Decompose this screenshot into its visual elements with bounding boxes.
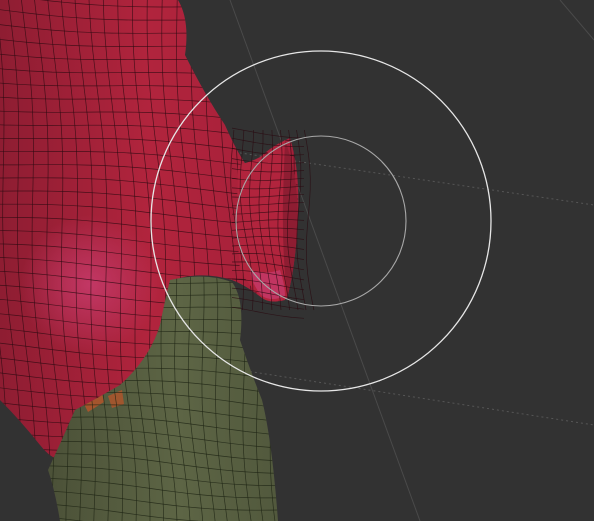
sculpt-viewport[interactable]	[0, 0, 594, 521]
grid-line	[559, 0, 594, 41]
wire-edge	[231, 127, 305, 139]
grid-line	[239, 369, 594, 426]
mesh-extruded-fin[interactable]	[230, 127, 315, 319]
wire-edge	[303, 129, 315, 311]
viewport-canvas[interactable]	[0, 0, 594, 521]
wire-edge	[317, 0, 342, 472]
